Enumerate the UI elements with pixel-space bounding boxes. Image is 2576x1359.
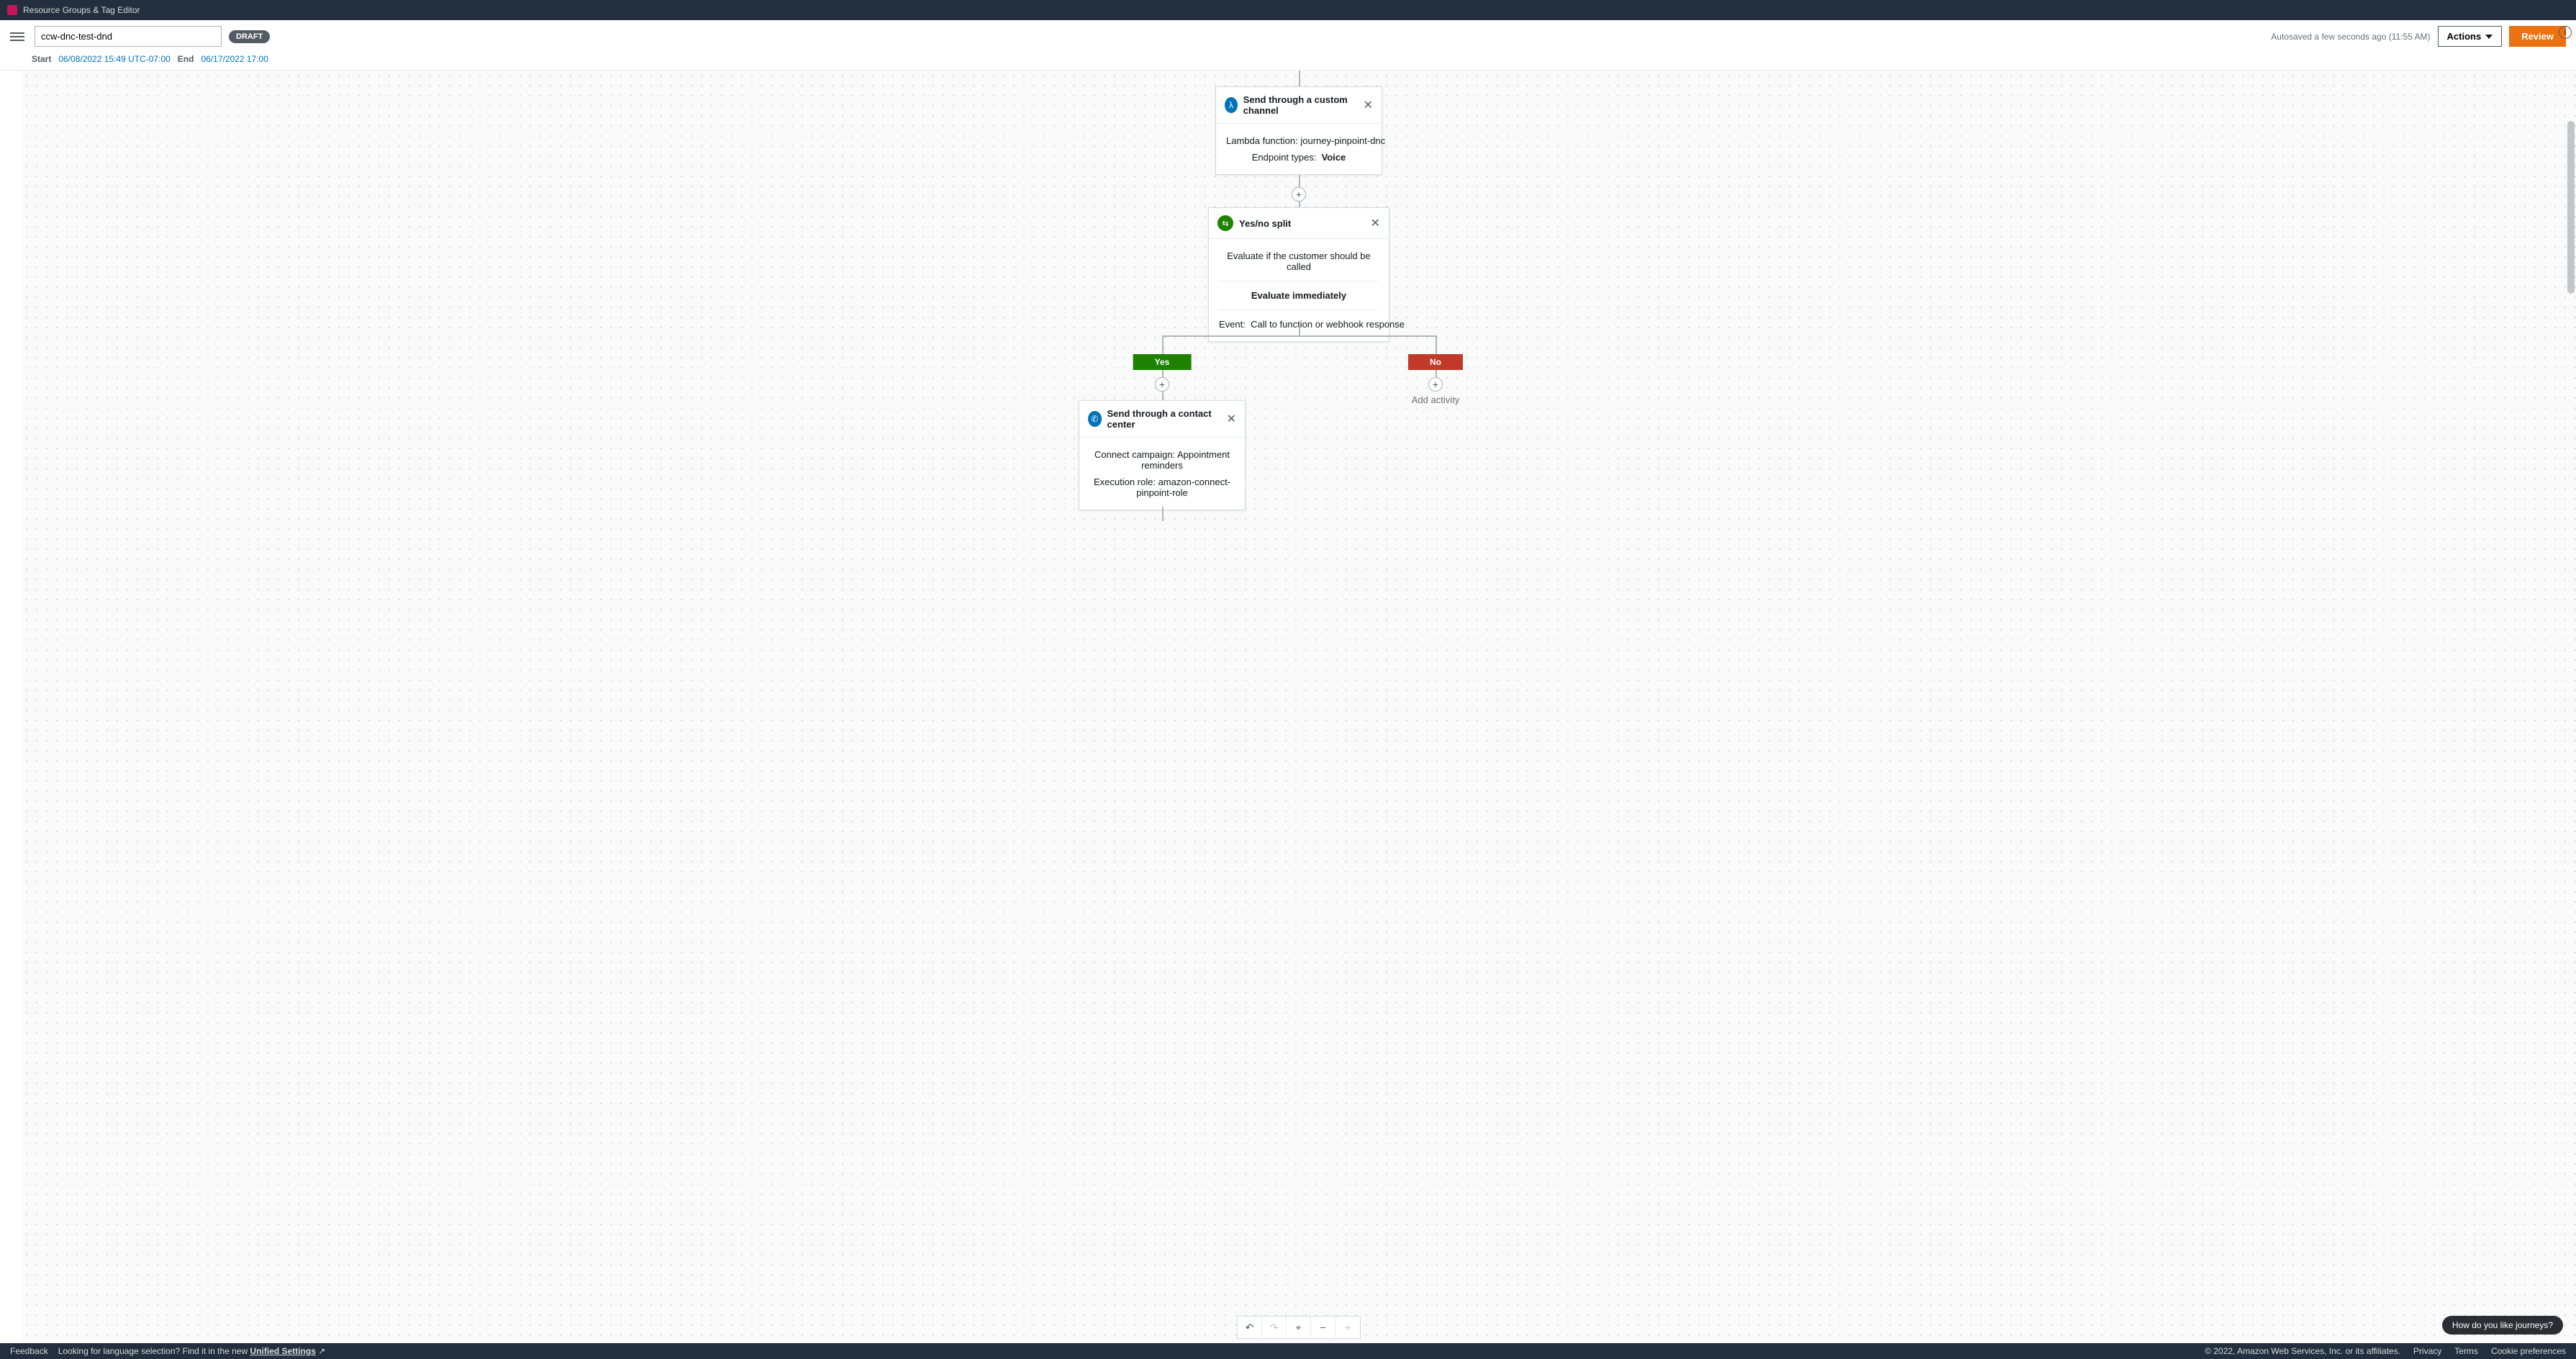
node-title: Send through a contact center bbox=[1107, 408, 1221, 430]
end-value[interactable]: 06/17/2022 17:00 bbox=[201, 54, 268, 64]
caret-down-icon bbox=[2485, 35, 2493, 39]
journey-canvas[interactable]: λ Send through a custom channel ✕ Lambda… bbox=[22, 71, 2576, 1343]
node-custom-channel[interactable]: λ Send through a custom channel ✕ Lambda… bbox=[1215, 86, 1382, 175]
recenter-button[interactable]: ⌖ bbox=[1287, 1317, 1311, 1338]
connector bbox=[1162, 507, 1164, 521]
footer: Feedback Looking for language selection?… bbox=[0, 1343, 2576, 1359]
connector bbox=[1162, 335, 1436, 337]
close-icon[interactable]: ✕ bbox=[1364, 98, 1373, 112]
journey-name-input[interactable] bbox=[35, 26, 222, 47]
external-link-icon: ↗ bbox=[318, 1346, 325, 1356]
branch-yes: Yes bbox=[1133, 354, 1192, 370]
feedback-link[interactable]: Feedback bbox=[10, 1346, 48, 1356]
scrollbar-thumb[interactable] bbox=[2567, 121, 2575, 294]
redo-button[interactable]: ↷ bbox=[1262, 1317, 1287, 1338]
node-contact-center[interactable]: ✆ Send through a contact center ✕ Connec… bbox=[1079, 400, 1246, 510]
privacy-link[interactable]: Privacy bbox=[2413, 1346, 2441, 1356]
actions-label: Actions bbox=[2447, 31, 2482, 42]
add-step-button[interactable]: + bbox=[1292, 187, 1306, 202]
phone-icon: ✆ bbox=[1088, 411, 1102, 427]
node-title: Yes/no split bbox=[1239, 218, 1291, 229]
add-step-button[interactable]: + bbox=[1155, 377, 1169, 392]
actions-button[interactable]: Actions bbox=[2438, 26, 2503, 47]
campaign-label: Connect campaign: bbox=[1094, 449, 1175, 460]
endpoint-value: Voice bbox=[1322, 152, 1346, 163]
node-yes-no-split[interactable]: ⇆ Yes/no split ✕ Evaluate if the custome… bbox=[1208, 207, 1389, 342]
node-title: Send through a custom channel bbox=[1243, 94, 1358, 116]
end-label: End bbox=[178, 54, 194, 64]
autosave-text: Autosaved a few seconds ago (11:55 AM) bbox=[2271, 32, 2430, 42]
add-activity-label[interactable]: Add activity bbox=[1412, 394, 1459, 405]
split-timing: Evaluate immediately bbox=[1219, 287, 1379, 304]
split-desc: Evaluate if the customer should be calle… bbox=[1219, 248, 1379, 275]
feedback-pill[interactable]: How do you like journeys? bbox=[2442, 1316, 2563, 1335]
unified-settings-link[interactable]: Unified Settings bbox=[250, 1346, 316, 1356]
start-value[interactable]: 06/08/2022 15:49 UTC-07:00 bbox=[58, 54, 170, 64]
connector bbox=[1299, 202, 1300, 207]
close-icon[interactable]: ✕ bbox=[1227, 412, 1236, 426]
close-icon[interactable]: ✕ bbox=[1371, 216, 1380, 230]
copyright: © 2022, Amazon Web Services, Inc. or its… bbox=[2205, 1346, 2400, 1356]
cookie-preferences-link[interactable]: Cookie preferences bbox=[2491, 1346, 2566, 1356]
sidebar-toggle[interactable] bbox=[0, 71, 22, 1343]
zoom-out-button[interactable]: − bbox=[1311, 1317, 1335, 1338]
menu-icon[interactable] bbox=[10, 30, 24, 44]
info-icon[interactable]: i bbox=[2559, 26, 2572, 39]
review-button[interactable]: Review bbox=[2509, 26, 2566, 47]
connector bbox=[1162, 392, 1164, 400]
language-prompt: Looking for language selection? Find it … bbox=[58, 1346, 326, 1356]
resource-groups-link[interactable]: Resource Groups & Tag Editor bbox=[23, 5, 140, 15]
split-icon: ⇆ bbox=[1217, 215, 1233, 231]
connector bbox=[1162, 335, 1164, 354]
top-nav-bar: Resource Groups & Tag Editor bbox=[0, 0, 2576, 20]
status-badge: DRAFT bbox=[229, 30, 270, 43]
event-label: Event: bbox=[1219, 319, 1246, 330]
time-range: Start 06/08/2022 15:49 UTC-07:00 End 06/… bbox=[10, 54, 2566, 64]
zoom-in-button[interactable]: + bbox=[1335, 1317, 1360, 1338]
branch-no: No bbox=[1408, 354, 1463, 370]
connector bbox=[1299, 324, 1300, 335]
resource-groups-icon bbox=[7, 5, 17, 15]
endpoint-label: Endpoint types: bbox=[1252, 152, 1317, 163]
event-value: Call to function or webhook response bbox=[1251, 319, 1405, 330]
lambda-value: journey-pinpoint-dnc bbox=[1300, 135, 1385, 146]
connector bbox=[1436, 335, 1437, 354]
canvas-toolbar: ↶ ↷ ⌖ − + bbox=[1237, 1316, 1361, 1339]
connector bbox=[1299, 71, 1300, 86]
lambda-icon: λ bbox=[1225, 97, 1238, 113]
lambda-label: Lambda function: bbox=[1226, 135, 1298, 146]
terms-link[interactable]: Terms bbox=[2454, 1346, 2478, 1356]
journey-header: DRAFT Autosaved a few seconds ago (11:55… bbox=[0, 20, 2576, 71]
start-label: Start bbox=[32, 54, 51, 64]
add-step-button[interactable]: + bbox=[1428, 377, 1443, 392]
undo-button[interactable]: ↶ bbox=[1238, 1317, 1262, 1338]
role-label: Execution role: bbox=[1094, 477, 1156, 487]
